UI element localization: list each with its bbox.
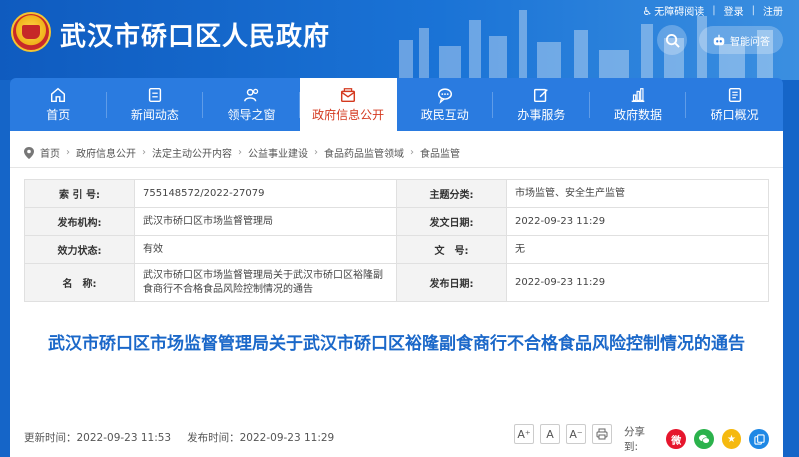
meta-label: 名 称: xyxy=(24,263,135,302)
meta-value: 有效 xyxy=(134,235,397,264)
news-icon xyxy=(148,87,162,103)
meta-value: 无 xyxy=(506,235,769,264)
document-title: 武汉市硚口区市场监督管理局关于武汉市硚口区裕隆副食商行不合格食品风险控制情况的通… xyxy=(48,334,745,354)
qzone-star-icon[interactable]: ★ xyxy=(721,429,742,449)
login-link[interactable]: 登录 xyxy=(724,3,744,18)
nav-label: 新闻动态 xyxy=(130,108,179,122)
nav-item-gov-info[interactable]: 政府信息公开 xyxy=(299,78,397,131)
chevron-right-icon: › xyxy=(410,147,414,158)
qq-share-icon[interactable] xyxy=(749,429,769,449)
meta-label: 文 号: xyxy=(396,235,507,264)
chevron-right-icon: › xyxy=(142,147,146,158)
envelope-icon xyxy=(341,88,356,103)
document-metadata-table: 索 引 号: 755148572/2022-27079 主题分类: 市场监管、安… xyxy=(24,179,769,302)
share-label: 分享到: xyxy=(624,426,645,453)
nav-label: 政府数据 xyxy=(614,108,663,122)
font-decrease-button[interactable]: A⁻ xyxy=(566,424,586,444)
bar-chart-icon xyxy=(631,88,645,103)
meta-value: 市场监管、安全生产监管 xyxy=(506,179,769,208)
printer-icon xyxy=(596,428,608,440)
nav-label: 首页 xyxy=(46,108,71,122)
nav-item-overview[interactable]: 硚口概况 xyxy=(686,78,783,131)
national-emblem-logo[interactable] xyxy=(11,12,51,52)
breadcrumb-item[interactable]: 食品药品监管领域 xyxy=(324,145,404,160)
font-size-controls: A⁺ A A⁻ xyxy=(514,424,612,444)
update-time: 更新时间：2022-09-23 11:53 xyxy=(24,432,172,444)
meta-label: 效力状态: xyxy=(24,235,135,264)
breadcrumb-item[interactable]: 首页 xyxy=(40,145,60,160)
nav-item-services[interactable]: 办事服务 xyxy=(493,78,590,131)
publish-time: 发布时间：2022-09-23 11:29 xyxy=(187,432,335,444)
edit-icon xyxy=(534,88,549,103)
breadcrumb-item[interactable]: 食品监管 xyxy=(420,145,460,160)
table-row: 发布机构: 武汉市硚口区市场监督管理局 发文日期: 2022-09-23 11:… xyxy=(24,207,769,236)
search-button[interactable] xyxy=(657,25,687,55)
location-pin-icon xyxy=(24,146,34,159)
print-button[interactable] xyxy=(592,424,612,444)
breadcrumb: 首页 › 政府信息公开 › 法定主动公开内容 › 公益事业建设 › 食品药品监管… xyxy=(24,145,460,160)
copy-icon xyxy=(754,433,765,445)
breadcrumb-item[interactable]: 政府信息公开 xyxy=(76,145,136,160)
site-title[interactable]: 武汉市硚口区人民政府 xyxy=(60,16,330,53)
font-increase-button[interactable]: A⁺ xyxy=(514,424,534,444)
share-bar: 分享到: 微 ★ xyxy=(624,424,769,454)
nav-item-data[interactable]: 政府数据 xyxy=(590,78,687,131)
nav-label: 硚口概况 xyxy=(710,108,759,122)
divider xyxy=(10,167,783,168)
meta-label: 发布日期: xyxy=(396,263,507,302)
separator: | xyxy=(751,5,755,16)
leaders-icon xyxy=(243,88,258,102)
nav-item-leaders[interactable]: 领导之窗 xyxy=(203,78,300,131)
breadcrumb-item[interactable]: 公益事业建设 xyxy=(248,145,308,160)
meta-value: 2022-09-23 11:29 xyxy=(506,207,769,236)
nav-item-home[interactable]: 首页 xyxy=(10,78,107,131)
home-icon xyxy=(51,87,66,103)
main-nav: 首页 新闻动态 领导之窗 政府信息公开 政民互动 办事服务 政府数据 硚口概况 xyxy=(10,78,783,131)
smart-qa-label: 智能问答 xyxy=(730,36,770,48)
weibo-icon[interactable]: 微 xyxy=(666,429,687,449)
meta-label: 发布机构: xyxy=(24,207,135,236)
meta-value: 武汉市硚口区市场监督管理局 xyxy=(134,207,397,236)
breadcrumb-item[interactable]: 法定主动公开内容 xyxy=(152,145,232,160)
register-link[interactable]: 注册 xyxy=(763,3,783,18)
main-content: 首页 › 政府信息公开 › 法定主动公开内容 › 公益事业建设 › 食品药品监管… xyxy=(10,131,783,457)
meta-label: 主题分类: xyxy=(396,179,507,208)
nav-item-news[interactable]: 新闻动态 xyxy=(107,78,204,131)
wechat-bubble-icon xyxy=(698,434,710,444)
smart-qa-button[interactable]: 智能问答 xyxy=(699,26,783,54)
nav-label: 办事服务 xyxy=(517,108,566,122)
chevron-right-icon: › xyxy=(66,147,70,158)
document-icon xyxy=(728,87,741,103)
table-row: 效力状态: 有效 文 号: 无 xyxy=(24,235,769,264)
site-header: 武汉市硚口区人民政府 ♿ 无障碍阅读 | 登录 | 注册 智能问答 xyxy=(0,0,799,80)
meta-value: 2022-09-23 11:29 xyxy=(506,263,769,302)
chat-icon xyxy=(437,88,452,104)
accessibility-icon: ♿ xyxy=(642,5,653,18)
nav-label: 政府信息公开 xyxy=(312,108,385,122)
table-row: 索 引 号: 755148572/2022-27079 主题分类: 市场监管、安… xyxy=(24,179,769,208)
nav-item-interaction[interactable]: 政民互动 xyxy=(397,78,494,131)
meta-label: 索 引 号: xyxy=(24,179,135,208)
accessibility-link[interactable]: ♿ 无障碍阅读 xyxy=(642,3,704,18)
search-icon xyxy=(665,33,680,48)
wechat-icon[interactable] xyxy=(694,429,714,449)
top-links: ♿ 无障碍阅读 | 登录 | 注册 xyxy=(642,3,783,18)
chevron-right-icon: › xyxy=(238,147,242,158)
separator: | xyxy=(712,5,716,16)
font-default-button[interactable]: A xyxy=(540,424,560,444)
chevron-right-icon: › xyxy=(314,147,318,158)
accessibility-label: 无障碍阅读 xyxy=(654,7,705,18)
article-footer: 更新时间：2022-09-23 11:53 发布时间：2022-09-23 11… xyxy=(24,424,769,453)
table-row: 名 称: 武汉市硚口区市场监督管理局关于武汉市硚口区裕隆副食商行不合格食品风险控… xyxy=(24,263,769,302)
meta-value: 755148572/2022-27079 xyxy=(134,179,397,208)
nav-label: 政民互动 xyxy=(420,108,469,122)
meta-label: 发文日期: xyxy=(396,207,507,236)
robot-icon xyxy=(713,34,725,46)
nav-label: 领导之窗 xyxy=(227,108,276,122)
article-times: 更新时间：2022-09-23 11:53 发布时间：2022-09-23 11… xyxy=(24,430,334,445)
meta-value: 武汉市硚口区市场监督管理局关于武汉市硚口区裕隆副食商行不合格食品风险控制情况的通… xyxy=(134,263,397,302)
